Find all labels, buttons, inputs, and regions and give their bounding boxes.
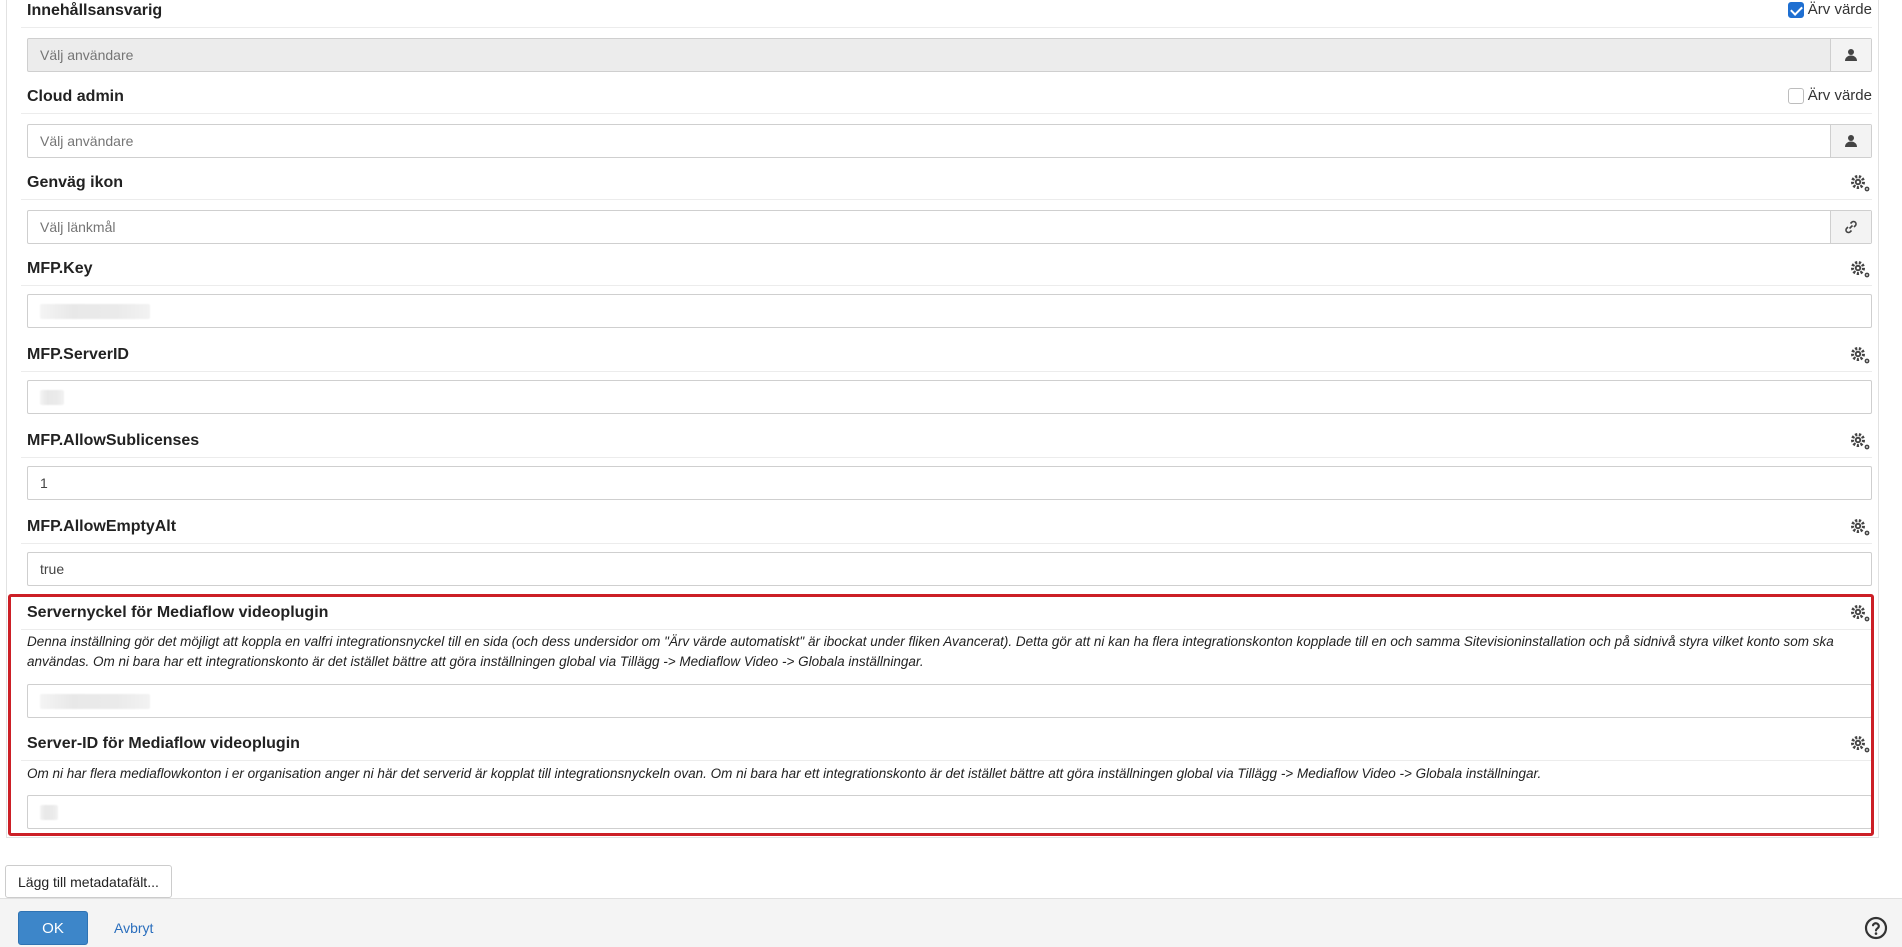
gears-icon[interactable] [1850, 604, 1872, 624]
mfp-allowemptyalt-input[interactable] [27, 552, 1872, 586]
field-server-id: Server-ID för Mediaflow videoplugin Om n… [21, 733, 1872, 829]
field-content-owner: Innehållsansvarig Ärv värde [21, 0, 1872, 72]
gears-icon[interactable] [1850, 432, 1872, 452]
add-metadata-field-button[interactable]: Lägg till metadatafält... [5, 865, 172, 898]
help-circle-icon[interactable] [1864, 916, 1888, 940]
redacted-value [40, 805, 58, 820]
value-input[interactable] [28, 467, 1871, 499]
user-select-cloud-admin[interactable] [27, 124, 1872, 158]
field-cloud-admin: Cloud admin Ärv värde [21, 86, 1872, 158]
field-header: MFP.AllowSublicenses [21, 430, 1872, 458]
field-server-key: Servernyckel för Mediaflow videoplugin D… [21, 602, 1872, 718]
checkbox-unchecked[interactable] [1787, 88, 1804, 104]
value-input[interactable] [28, 553, 1871, 585]
server-id-input[interactable] [27, 795, 1872, 829]
user-picker-button[interactable] [1830, 39, 1871, 71]
user-icon [1845, 49, 1857, 61]
dialog-footer: OK Avbryt [0, 898, 1902, 947]
field-header: MFP.Key [21, 258, 1872, 286]
link-icon [1845, 220, 1857, 234]
field-mfp-allowemptyalt: MFP.AllowEmptyAlt [21, 516, 1872, 586]
redacted-value [40, 694, 150, 709]
inherit-label: Ärv värde [1807, 87, 1872, 104]
field-label: Server-ID för Mediaflow videoplugin [27, 735, 300, 752]
field-label: Servernyckel för Mediaflow videoplugin [27, 604, 329, 621]
user-input[interactable] [28, 125, 1830, 157]
mfp-key-input[interactable] [27, 294, 1872, 328]
link-picker-button[interactable] [1830, 211, 1871, 243]
user-picker-button[interactable] [1830, 125, 1871, 157]
field-mfp-key: MFP.Key [21, 258, 1872, 328]
field-shortcut-icon: Genväg ikon [21, 172, 1872, 244]
field-description: Om ni har flera mediaflowkonton i er org… [27, 766, 1542, 781]
redacted-value [40, 304, 150, 319]
checkbox-checked[interactable] [1787, 2, 1804, 18]
user-input[interactable] [28, 39, 1830, 71]
field-label: MFP.ServerID [27, 346, 129, 363]
field-header: Innehållsansvarig Ärv värde [21, 0, 1872, 28]
field-header: MFP.AllowEmptyAlt [21, 516, 1872, 544]
field-header: Cloud admin Ärv värde [21, 86, 1872, 114]
field-mfp-allowsublicenses: MFP.AllowSublicenses [21, 430, 1872, 500]
mfp-serverid-input[interactable] [27, 380, 1872, 414]
field-mfp-serverid: MFP.ServerID [21, 344, 1872, 414]
field-label: MFP.AllowEmptyAlt [27, 518, 177, 535]
inherit-checkbox-content-owner[interactable]: Ärv värde [1787, 0, 1872, 20]
metadata-panel: Innehållsansvarig Ärv värde Cloud admin … [6, 0, 1879, 838]
mfp-allowsublicenses-input[interactable] [27, 466, 1872, 500]
field-label: Cloud admin [27, 88, 124, 105]
field-description: Denna inställning gör det möjligt att ko… [27, 634, 1834, 669]
cancel-link[interactable]: Avbryt [114, 920, 153, 936]
gears-icon[interactable] [1850, 735, 1872, 755]
field-label: MFP.AllowSublicenses [27, 432, 200, 449]
ok-button[interactable]: OK [18, 911, 88, 945]
user-select-content-owner[interactable] [27, 38, 1872, 72]
user-icon [1845, 135, 1857, 147]
link-target-select[interactable] [27, 210, 1872, 244]
link-target-input[interactable] [28, 211, 1830, 243]
inherit-label: Ärv värde [1807, 1, 1872, 18]
gears-icon[interactable] [1850, 518, 1872, 538]
metadata-dialog: Innehållsansvarig Ärv värde Cloud admin … [0, 0, 1902, 947]
server-key-input[interactable] [27, 684, 1872, 718]
gears-icon[interactable] [1850, 260, 1872, 280]
field-header: MFP.ServerID [21, 344, 1872, 372]
field-header: Genväg ikon [21, 172, 1872, 200]
field-label: Innehållsansvarig [27, 2, 163, 19]
field-label: Genväg ikon [27, 174, 124, 191]
redacted-value [40, 390, 64, 405]
field-header: Server-ID för Mediaflow videoplugin [21, 733, 1872, 761]
gears-icon[interactable] [1850, 346, 1872, 366]
gears-icon[interactable] [1850, 174, 1872, 194]
field-header: Servernyckel för Mediaflow videoplugin [21, 602, 1872, 630]
field-label: MFP.Key [27, 260, 93, 277]
inherit-checkbox-cloud-admin[interactable]: Ärv värde [1787, 86, 1872, 106]
